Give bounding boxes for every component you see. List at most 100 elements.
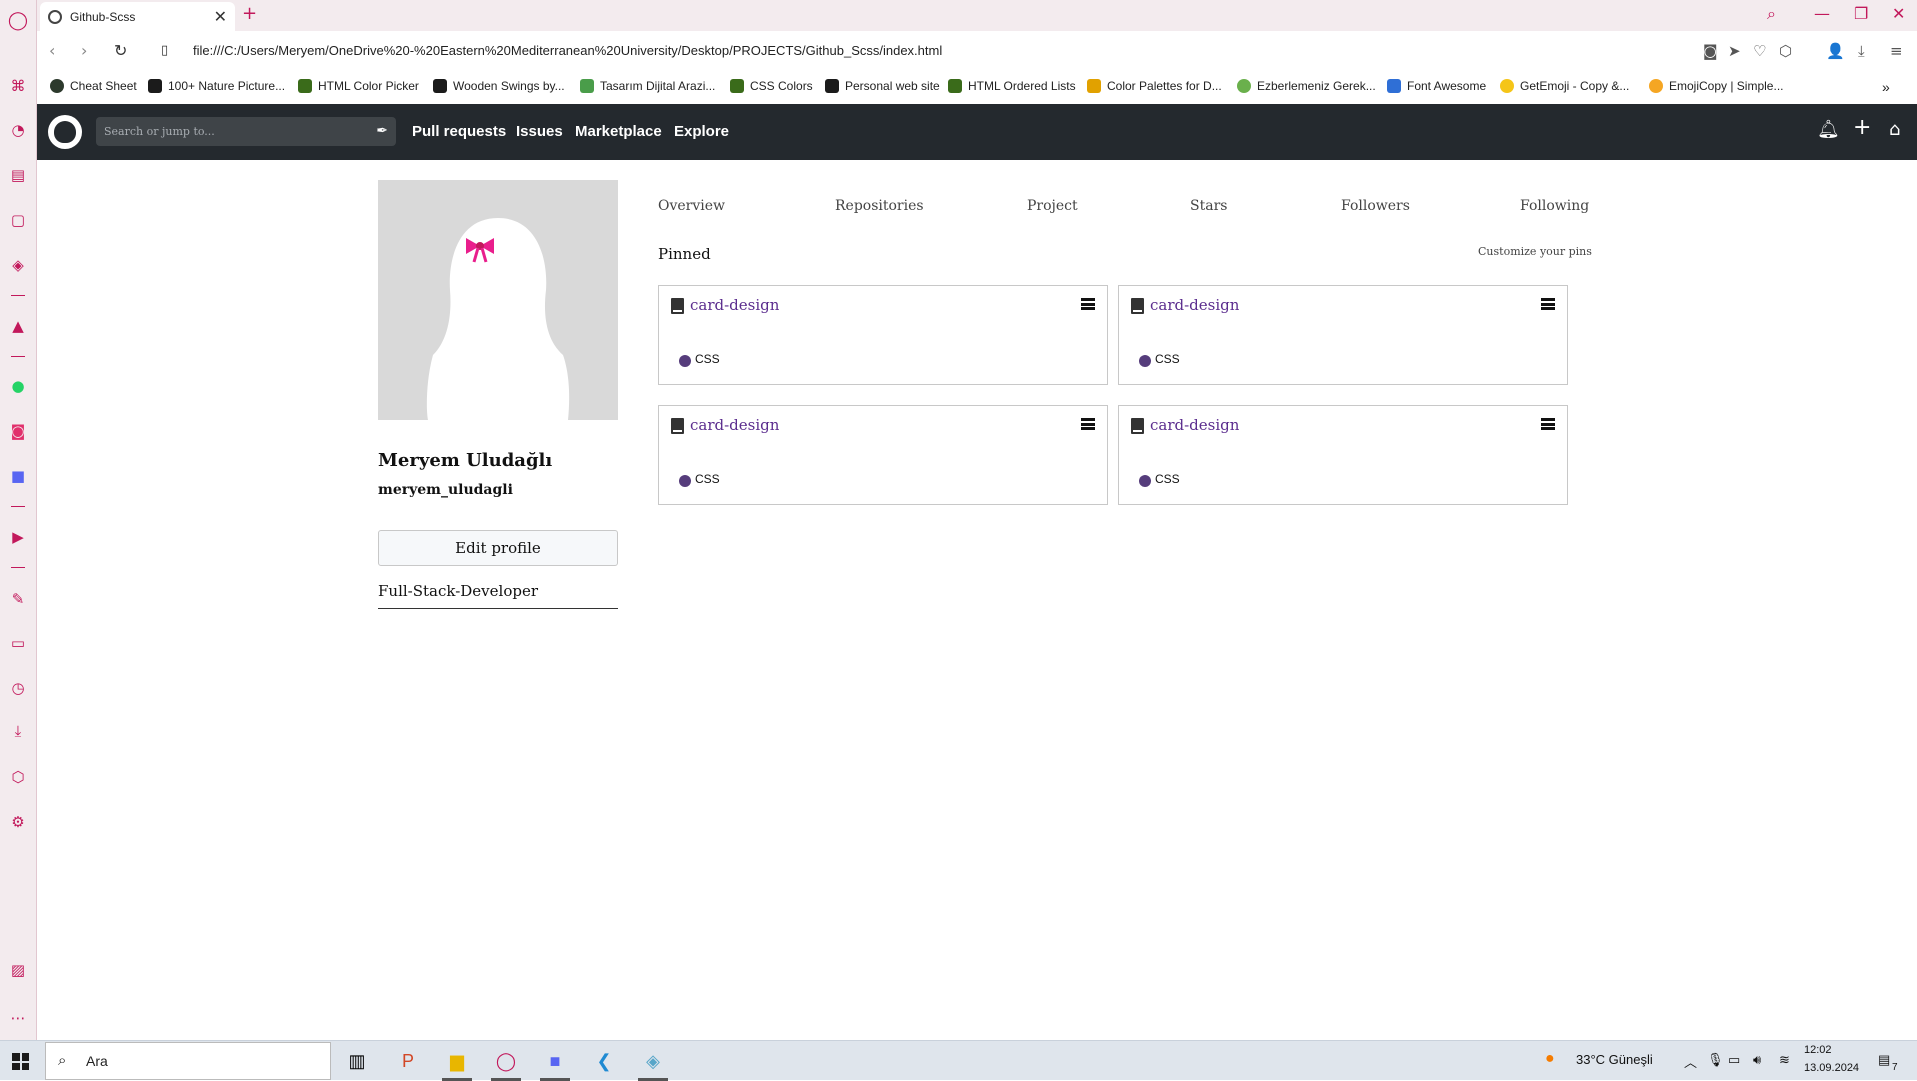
send-icon[interactable]: ➤ bbox=[1728, 42, 1741, 60]
plus-icon[interactable]: + bbox=[1853, 115, 1871, 140]
close-icon[interactable]: ✕ bbox=[214, 7, 227, 27]
more-bookmarks-icon[interactable]: » bbox=[1882, 79, 1890, 95]
heart-icon[interactable]: ♡ bbox=[1753, 42, 1766, 60]
history-icon[interactable]: ◷ bbox=[8, 678, 28, 698]
downloads-icon[interactable]: ⤓ bbox=[8, 721, 28, 741]
microphone-icon[interactable]: 🎙︎ bbox=[1707, 1052, 1724, 1068]
search-tabs-icon[interactable]: ⌕ bbox=[1767, 4, 1776, 24]
minimize-icon[interactable]: — bbox=[1814, 4, 1830, 23]
extensions-icon[interactable]: ⬡ bbox=[8, 767, 28, 787]
gallery-icon[interactable]: ▨ bbox=[8, 960, 28, 980]
chevron-up-icon[interactable]: ︿ bbox=[1684, 1052, 1697, 1071]
bookmark-item[interactable]: Wooden Swings by... bbox=[433, 79, 565, 93]
download-icon[interactable]: ⤓ bbox=[1858, 42, 1865, 60]
nav-issues[interactable]: Issues bbox=[516, 123, 563, 140]
bookmark-item[interactable]: 100+ Nature Picture... bbox=[148, 79, 285, 93]
wifi-icon[interactable]: ≋ bbox=[1779, 1052, 1790, 1068]
forward-icon[interactable]: › bbox=[81, 41, 87, 60]
bookmark-item[interactable]: Font Awesome bbox=[1387, 79, 1486, 93]
shopping-icon[interactable]: ▤ bbox=[8, 165, 28, 185]
restore-icon[interactable]: ❐ bbox=[1854, 4, 1868, 23]
aria-icon[interactable]: ▲ bbox=[8, 316, 28, 336]
nav-marketplace[interactable]: Marketplace bbox=[575, 123, 662, 140]
vscode-icon[interactable]: ❮ bbox=[589, 1047, 619, 1075]
browser-tab[interactable]: Github-Scss ✕ bbox=[40, 2, 235, 31]
bookmark-item[interactable]: HTML Ordered Lists bbox=[948, 79, 1076, 93]
bookmark-label: Tasarım Dijital Arazi... bbox=[600, 79, 716, 93]
twitch-icon[interactable]: ▢ bbox=[8, 210, 28, 230]
powerpoint-icon[interactable]: P bbox=[393, 1047, 423, 1075]
pinned-card[interactable]: card-design CSS bbox=[658, 285, 1108, 385]
clock-date[interactable]: 13.09.2024 bbox=[1804, 1062, 1859, 1074]
opera-logo-icon[interactable]: ◯ bbox=[8, 10, 28, 31]
menu-icon[interactable]: ≡ bbox=[1890, 42, 1903, 60]
menu-icon[interactable] bbox=[1541, 418, 1555, 430]
camera-icon[interactable]: ◙ bbox=[1703, 42, 1718, 60]
tab-project[interactable]: Project bbox=[1027, 198, 1078, 214]
clock-time[interactable]: 12:02 bbox=[1804, 1044, 1832, 1056]
repo-title[interactable]: card-design bbox=[690, 416, 779, 434]
home-icon[interactable]: ⌂ bbox=[1889, 119, 1900, 140]
profile-icon[interactable]: 👤 bbox=[1826, 42, 1845, 60]
bookmark-item[interactable]: Personal web site bbox=[825, 79, 940, 93]
task-view-icon[interactable]: ▥ bbox=[342, 1047, 372, 1075]
taskbar-search[interactable]: ⌕ Ara bbox=[45, 1042, 331, 1080]
tab-following[interactable]: Following bbox=[1520, 198, 1589, 214]
tabs-icon[interactable]: ▭ bbox=[8, 633, 28, 653]
bookmark-item[interactable]: Cheat Sheet bbox=[50, 79, 137, 93]
windows-start-icon[interactable] bbox=[12, 1053, 29, 1070]
player-icon[interactable]: ▶ bbox=[8, 527, 28, 547]
battery-icon[interactable]: ▭ bbox=[1728, 1052, 1740, 1068]
search-input[interactable] bbox=[104, 117, 354, 146]
url-field[interactable]: file:///C:/Users/Meryem/OneDrive%20-%20E… bbox=[193, 43, 942, 58]
github-logo-icon[interactable] bbox=[48, 115, 82, 149]
pinned-card[interactable]: card-design CSS bbox=[1118, 405, 1568, 505]
gamepad-icon[interactable]: ⌘ bbox=[8, 76, 28, 96]
instagram-icon[interactable]: ◙ bbox=[8, 421, 28, 441]
bookmark-item[interactable]: CSS Colors bbox=[730, 79, 813, 93]
opera-icon[interactable]: ◯ bbox=[491, 1047, 521, 1081]
ai-icon[interactable]: ◈ bbox=[8, 255, 28, 275]
window-close-icon[interactable]: ✕ bbox=[1892, 4, 1905, 23]
menu-icon[interactable] bbox=[1541, 298, 1555, 310]
bookmark-item[interactable]: Tasarım Dijital Arazi... bbox=[580, 79, 715, 93]
settings-icon[interactable]: ⚙ bbox=[8, 812, 28, 832]
repo-title[interactable]: card-design bbox=[690, 296, 779, 314]
whatsapp-icon[interactable]: ● bbox=[8, 376, 28, 396]
file-explorer-icon[interactable]: ▆ bbox=[442, 1047, 472, 1081]
discord-taskbar-icon[interactable]: ■ bbox=[540, 1047, 570, 1081]
bookmark-item[interactable]: HTML Color Picker bbox=[298, 79, 419, 93]
tab-followers[interactable]: Followers bbox=[1341, 198, 1410, 214]
search-box[interactable]: ✒ bbox=[96, 117, 396, 146]
menu-icon[interactable] bbox=[1081, 298, 1095, 310]
notification-icon[interactable]: ▤ bbox=[1878, 1052, 1890, 1068]
tab-overview[interactable]: Overview bbox=[658, 198, 725, 214]
tab-stars[interactable]: Stars bbox=[1190, 198, 1227, 214]
volume-icon[interactable]: 🔊︎ bbox=[1753, 1052, 1761, 1068]
bookmark-item[interactable]: Color Palettes for D... bbox=[1087, 79, 1222, 93]
back-icon[interactable]: ‹ bbox=[49, 41, 55, 60]
more-icon[interactable]: ⋯ bbox=[8, 1008, 28, 1028]
speed-dial-icon[interactable]: ◔ bbox=[8, 120, 28, 140]
repo-title[interactable]: card-design bbox=[1150, 416, 1239, 434]
pinned-card[interactable]: card-design CSS bbox=[658, 405, 1108, 505]
new-tab-icon[interactable]: + bbox=[242, 3, 257, 24]
app-icon[interactable]: ◈ bbox=[638, 1047, 668, 1081]
bell-icon[interactable]: 🔔︎ bbox=[1817, 119, 1840, 140]
box-icon[interactable]: ⬡ bbox=[1779, 42, 1792, 60]
pinned-card[interactable]: card-design CSS bbox=[1118, 285, 1568, 385]
customize-pins-link[interactable]: Customize your pins bbox=[1478, 245, 1592, 258]
tab-repositories[interactable]: Repositories bbox=[835, 198, 924, 214]
weather-text[interactable]: 33°C Güneşli bbox=[1576, 1052, 1653, 1067]
nav-explore[interactable]: Explore bbox=[674, 123, 729, 140]
bookmark-item[interactable]: GetEmoji - Copy &... bbox=[1500, 79, 1629, 93]
edit-profile-button[interactable]: Edit profile bbox=[378, 530, 618, 566]
reload-icon[interactable]: ↻ bbox=[114, 41, 127, 60]
bookmark-item[interactable]: Ezberlemeniz Gerek... bbox=[1237, 79, 1376, 93]
discord-icon[interactable]: ■ bbox=[8, 466, 28, 486]
pinboard-icon[interactable]: ✎ bbox=[8, 589, 28, 609]
menu-icon[interactable] bbox=[1081, 418, 1095, 430]
repo-title[interactable]: card-design bbox=[1150, 296, 1239, 314]
nav-pull-requests[interactable]: Pull requests bbox=[412, 123, 506, 140]
bookmark-item[interactable]: EmojiCopy | Simple... bbox=[1649, 79, 1784, 93]
